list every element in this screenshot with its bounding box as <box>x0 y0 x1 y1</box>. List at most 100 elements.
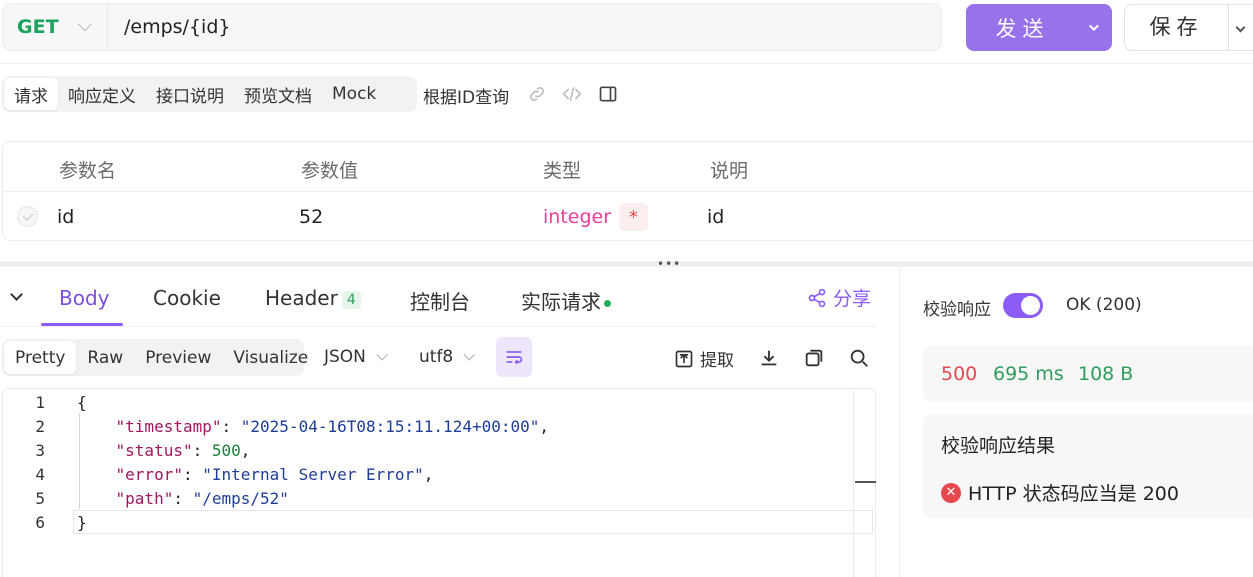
send-options-chevron-icon[interactable] <box>1073 21 1111 32</box>
view-preview[interactable]: Preview <box>134 341 222 374</box>
params-table: 参数名 参数值 类型 说明 id 52 integer * id <box>2 141 1253 241</box>
code-line: 1 { <box>3 391 851 415</box>
tab-actual-request-label: 实际请求 <box>521 290 601 314</box>
save-options-chevron-icon[interactable] <box>1229 22 1246 33</box>
response-body-editor[interactable]: 1 { 2 "timestamp": "2025-04-16T08:15:11.… <box>2 388 876 577</box>
header-count-badge: 4 <box>341 290 361 309</box>
code-text: "status": 500, <box>115 441 251 460</box>
request-url-bar: GET <box>2 3 942 51</box>
scroll-marker <box>855 481 876 483</box>
chevron-down-icon <box>77 17 92 32</box>
pane-splitter[interactable] <box>0 261 1253 267</box>
tab-console[interactable]: 控制台 <box>410 286 470 315</box>
word-wrap-icon <box>506 351 523 365</box>
format-value: JSON <box>324 347 366 367</box>
line-number: 1 <box>35 393 45 412</box>
code-text: } <box>77 513 87 532</box>
verify-result-title: 校验响应结果 <box>941 435 1056 457</box>
code-line: 2 "timestamp": "2025-04-16T08:15:11.124+… <box>3 415 851 439</box>
verify-result-text: HTTP 状态码应当是 200 <box>968 483 1179 505</box>
api-name: 根据ID查询 <box>423 88 510 108</box>
code-text: { <box>77 393 87 412</box>
column-header: 参数名 <box>59 160 117 182</box>
column-header: 说明 <box>710 160 749 182</box>
code-text: "path": "/emps/52" <box>115 489 289 508</box>
share-button[interactable]: 分享 <box>807 284 871 311</box>
code-text: "error": "Internal Server Error", <box>115 465 434 484</box>
column-header: 类型 <box>543 160 582 182</box>
url-input[interactable] <box>108 4 941 50</box>
format-select[interactable]: JSON <box>324 347 388 367</box>
share-icon <box>808 288 826 307</box>
view-raw[interactable]: Raw <box>76 341 134 374</box>
word-wrap-button[interactable] <box>496 337 532 377</box>
tab-api-description[interactable]: 接口说明 <box>146 78 234 110</box>
save-button[interactable]: 保存 <box>1124 4 1253 51</box>
send-button-label: 发送 <box>995 16 1050 41</box>
link-icon[interactable] <box>527 84 547 104</box>
status-code: 500 <box>941 363 978 385</box>
response-time: 695 ms <box>993 363 1064 385</box>
line-number: 6 <box>35 513 45 532</box>
required-badge: * <box>619 203 648 231</box>
chevron-down-icon <box>463 349 476 361</box>
method-select[interactable]: GET <box>3 4 108 50</box>
encoding-select[interactable]: utf8 <box>419 347 476 367</box>
json-key: "error" <box>115 465 183 484</box>
search-icon[interactable] <box>848 347 870 369</box>
verify-result-item: ✕ HTTP 状态码应当是 200 <box>941 479 1179 506</box>
column-header: 参数值 <box>301 160 359 182</box>
tab-preview-doc[interactable]: 预览文档 <box>234 78 322 110</box>
chevron-down-icon <box>376 349 388 361</box>
param-value[interactable]: 52 <box>299 206 323 228</box>
view-visualize[interactable]: Visualize <box>222 341 319 374</box>
method-label: GET <box>17 16 59 38</box>
tab-header[interactable]: Header 4 <box>265 286 361 310</box>
download-icon[interactable] <box>758 347 780 369</box>
extract-label: 提取 <box>700 351 734 371</box>
line-number: 2 <box>35 417 45 436</box>
copy-icon[interactable] <box>803 347 825 369</box>
collapse-chevron-icon[interactable] <box>10 288 23 301</box>
response-size: 108 B <box>1078 363 1134 385</box>
param-type[interactable]: integer <box>543 206 611 228</box>
error-icon: ✕ <box>941 482 961 503</box>
param-name[interactable]: id <box>57 206 74 228</box>
share-label: 分享 <box>833 288 872 310</box>
param-description[interactable]: id <box>707 206 724 228</box>
drag-handle-icon[interactable]: ••• <box>657 258 681 270</box>
code-icon[interactable] <box>562 84 582 104</box>
tab-body[interactable]: Body <box>59 286 110 310</box>
json-value: "2025-04-16T08:15:11.124+00:00" <box>240 417 540 436</box>
send-button[interactable]: 发送 <box>966 4 1112 51</box>
json-key: "status" <box>115 441 193 460</box>
save-button-label: 保存 <box>1125 4 1229 51</box>
line-number: 3 <box>35 441 45 460</box>
code-line: 5 "path": "/emps/52" <box>3 487 851 511</box>
tab-response-definition[interactable]: 响应定义 <box>58 78 146 110</box>
line-number: 4 <box>35 465 45 484</box>
verify-response-toggle[interactable] <box>1003 293 1043 318</box>
status-dot <box>604 300 611 307</box>
scrollbar[interactable] <box>853 389 854 577</box>
tab-header-label: Header <box>265 286 338 310</box>
view-mode-tabs: Pretty Raw Preview Visualize <box>2 339 308 376</box>
tab-mock[interactable]: Mock <box>322 78 386 110</box>
extract-button[interactable]: 提取 <box>674 346 734 371</box>
tab-actual-request[interactable]: 实际请求 <box>521 286 611 315</box>
encoding-value: utf8 <box>419 347 454 367</box>
view-pretty[interactable]: Pretty <box>4 341 77 374</box>
tab-cookie[interactable]: Cookie <box>153 286 221 310</box>
divider <box>0 63 1253 64</box>
request-tabs: 请求 响应定义 接口说明 预览文档 Mock <box>2 76 417 112</box>
divider <box>899 267 900 577</box>
line-number: 5 <box>35 489 45 508</box>
params-header-row: 参数名 参数值 类型 说明 <box>3 142 1253 192</box>
json-key: "path" <box>115 489 174 508</box>
expected-status: OK (200) <box>1066 295 1142 315</box>
panel-layout-icon[interactable] <box>598 84 618 104</box>
param-enabled-checkbox[interactable] <box>17 206 38 227</box>
json-key: "timestamp" <box>115 417 222 436</box>
response-stats: 500 695 ms 108 B <box>923 346 1253 402</box>
tab-request[interactable]: 请求 <box>4 78 58 110</box>
